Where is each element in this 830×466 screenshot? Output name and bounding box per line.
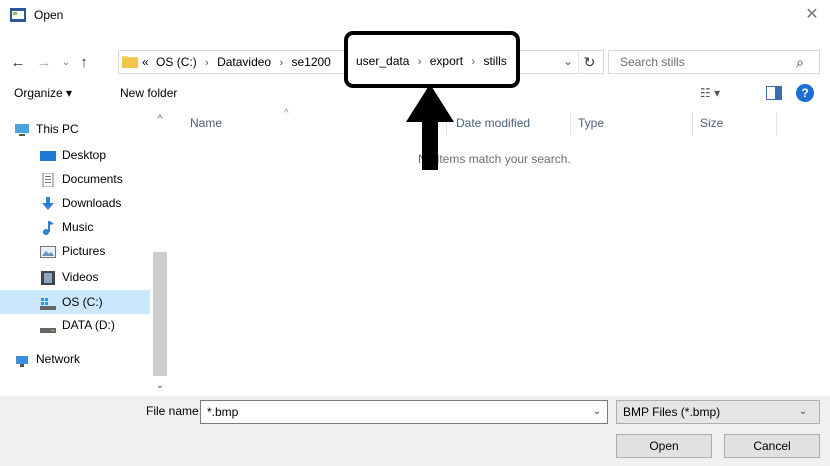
sort-ascending-icon: ^ bbox=[284, 108, 289, 119]
sidebar-item-music[interactable]: Music bbox=[40, 216, 152, 238]
breadcrumb-datavideo[interactable]: Datavideo bbox=[217, 55, 271, 69]
annotation-arrow-icon bbox=[406, 84, 454, 170]
breadcrumb-os-c[interactable]: OS (C:) bbox=[156, 55, 197, 69]
sidebar-item-downloads[interactable]: Downloads bbox=[40, 192, 152, 214]
pictures-icon bbox=[40, 245, 56, 258]
help-button[interactable]: ? bbox=[796, 84, 814, 102]
preview-pane-icon[interactable] bbox=[766, 86, 782, 100]
open-button[interactable]: Open bbox=[616, 434, 712, 458]
sidebar-item-videos[interactable]: Videos bbox=[40, 266, 152, 288]
videos-icon bbox=[41, 270, 55, 285]
column-header-type[interactable]: Type bbox=[578, 116, 604, 130]
file-name-input[interactable]: *.bmp bbox=[200, 400, 608, 424]
file-type-select[interactable]: BMP Files (*.bmp) bbox=[616, 400, 820, 424]
cancel-button[interactable]: Cancel bbox=[724, 434, 820, 458]
sidebar-item-desktop[interactable]: Desktop bbox=[40, 144, 152, 166]
sidebar-item-os-c[interactable]: OS (C:) bbox=[40, 291, 152, 313]
scroll-down-icon[interactable]: ⌄ bbox=[152, 378, 168, 394]
sidebar-item-data-d[interactable]: DATA (D:) bbox=[40, 314, 152, 336]
search-icon[interactable]: ⌕ bbox=[790, 52, 810, 72]
column-header-date-modified[interactable]: Date modified bbox=[456, 116, 530, 130]
file-name-label: File name: bbox=[146, 404, 203, 418]
sidebar-item-this-pc[interactable]: This PC bbox=[14, 118, 154, 140]
breadcrumb-export[interactable]: export bbox=[430, 54, 463, 68]
up-button[interactable]: ↑ bbox=[74, 52, 94, 74]
downloads-icon bbox=[42, 196, 54, 210]
breadcrumb-se1200[interactable]: se1200 bbox=[291, 55, 330, 69]
organize-button[interactable]: Organize ▾ bbox=[14, 86, 72, 100]
sidebar-item-pictures[interactable]: Pictures bbox=[40, 240, 152, 262]
refresh-button[interactable]: ↻ bbox=[578, 51, 600, 73]
music-icon bbox=[43, 220, 54, 235]
file-name-dropdown-icon[interactable]: ⌄ bbox=[588, 402, 606, 422]
breadcrumb-stills[interactable]: stills bbox=[483, 54, 506, 68]
sidebar-item-network[interactable]: Network bbox=[14, 348, 154, 370]
address-dropdown-icon[interactable]: ⌄ bbox=[560, 53, 576, 71]
breadcrumb-overflow[interactable]: « bbox=[142, 55, 149, 69]
column-divider[interactable] bbox=[776, 112, 777, 136]
back-button[interactable]: ← bbox=[8, 52, 28, 74]
column-divider[interactable] bbox=[692, 112, 693, 136]
column-divider[interactable] bbox=[570, 112, 571, 136]
documents-icon bbox=[42, 172, 54, 187]
breadcrumb-user-data[interactable]: user_data bbox=[356, 54, 409, 68]
breadcrumb-separator[interactable]: › bbox=[205, 57, 209, 69]
column-header-size[interactable]: Size bbox=[700, 116, 723, 130]
view-options-button[interactable]: ☷ ▾ bbox=[700, 86, 720, 100]
pc-icon bbox=[15, 123, 29, 136]
sidebar-item-documents[interactable]: Documents bbox=[40, 168, 152, 190]
file-type-dropdown-icon[interactable]: ⌄ bbox=[794, 402, 812, 422]
desktop-icon bbox=[40, 150, 56, 161]
breadcrumb-separator[interactable]: › bbox=[279, 57, 283, 69]
title-bar bbox=[0, 0, 830, 30]
search-placeholder: Search stills bbox=[620, 55, 685, 69]
breadcrumb: « OS (C:) › Datavideo › se1200 bbox=[142, 55, 331, 69]
close-button[interactable]: ✕ bbox=[798, 2, 826, 28]
scrollbar-thumb[interactable] bbox=[153, 252, 167, 376]
network-icon bbox=[16, 355, 28, 367]
annotation-breadcrumb: user_data › export › stills bbox=[356, 54, 507, 68]
forward-button[interactable]: → bbox=[34, 52, 54, 74]
recent-locations-button[interactable]: ⌄ bbox=[56, 52, 76, 74]
breadcrumb-separator[interactable]: › bbox=[418, 56, 422, 68]
app-icon bbox=[10, 8, 26, 22]
new-folder-button[interactable]: New folder bbox=[120, 86, 177, 100]
drive-d-icon bbox=[40, 327, 56, 333]
folder-icon bbox=[122, 56, 138, 68]
breadcrumb-separator[interactable]: › bbox=[471, 56, 475, 68]
drive-c-icon bbox=[40, 297, 56, 310]
column-header-name[interactable]: Name bbox=[190, 116, 222, 130]
window-title: Open bbox=[34, 8, 64, 22]
scroll-up-icon[interactable]: ^ bbox=[152, 112, 168, 128]
